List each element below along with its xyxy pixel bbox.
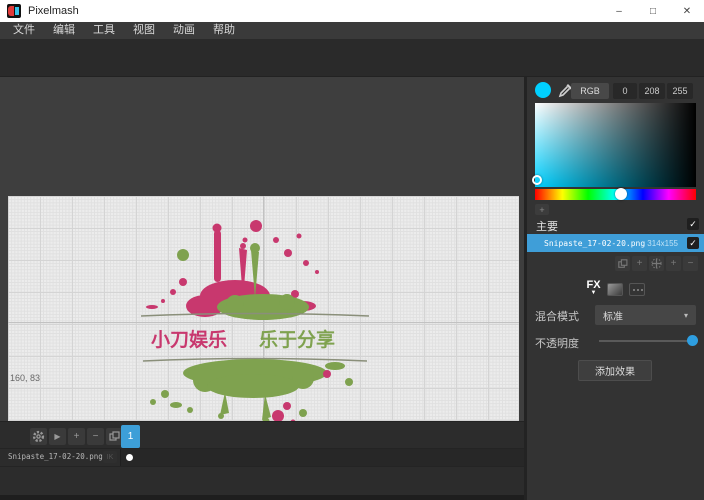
menu-item-file[interactable]: 文件 bbox=[4, 22, 44, 39]
timeline-settings-button[interactable] bbox=[30, 428, 47, 445]
opacity-label: 不透明度 bbox=[535, 335, 579, 351]
workspace: 小刀娱乐 乐于分享 bbox=[0, 77, 524, 421]
keyframe-dot[interactable] bbox=[126, 454, 133, 461]
add-group-button[interactable]: + bbox=[632, 256, 647, 271]
gradient-tab[interactable] bbox=[607, 283, 623, 296]
play-button[interactable]: ▶ bbox=[49, 428, 66, 445]
add-effect-button[interactable]: 添加效果 bbox=[578, 360, 652, 381]
timeline-panel: ▶ + − 1 Snipaste_17-02-20.png IK bbox=[0, 421, 524, 500]
right-panel: RGB 0 208 255 + 主要 ✓ Snipaste_17-02-20.p… bbox=[527, 77, 704, 500]
green-value-field[interactable]: 208 bbox=[639, 83, 665, 99]
layer-row-selected[interactable]: Snipaste_17-02-20.png 314x155 ✓ bbox=[527, 234, 704, 252]
ik-button[interactable]: IK bbox=[103, 451, 117, 463]
duplicate-icon bbox=[618, 259, 628, 269]
duplicate-layer-button[interactable] bbox=[615, 256, 630, 271]
blend-mode-value: 标准 bbox=[603, 308, 623, 323]
timeline-track[interactable] bbox=[120, 449, 524, 466]
add-frame-button[interactable]: + bbox=[68, 428, 85, 445]
cursor-coordinates: 160, 83 bbox=[10, 373, 40, 383]
menu-item-edit[interactable]: 编辑 bbox=[44, 22, 84, 39]
remove-frame-button[interactable]: − bbox=[87, 428, 104, 445]
timeline-bottom-strip bbox=[0, 495, 524, 500]
layer-row-main[interactable]: 主要 ✓ bbox=[527, 215, 704, 233]
hue-slider[interactable] bbox=[535, 189, 696, 200]
add-layer-button[interactable]: + bbox=[666, 256, 681, 271]
maximize-button[interactable]: □ bbox=[636, 0, 670, 22]
pixel-canvas[interactable]: 小刀娱乐 乐于分享 bbox=[8, 196, 519, 448]
titlebar: Pixelmash – □ ✕ bbox=[0, 0, 704, 22]
hue-slider-handle[interactable] bbox=[615, 188, 627, 200]
app-logo-icon bbox=[7, 4, 21, 18]
add-swatch-button[interactable]: + bbox=[535, 204, 549, 215]
current-color-swatch[interactable] bbox=[535, 82, 551, 98]
blue-value-field[interactable]: 255 bbox=[667, 83, 693, 99]
blend-mode-row: 混合模式 标准 ▾ bbox=[527, 305, 704, 325]
gear-icon bbox=[32, 430, 45, 443]
art-text-pink: 小刀娱乐 bbox=[151, 328, 227, 351]
plus-icon: + bbox=[637, 258, 643, 269]
layer-size-badge: 314x155 bbox=[647, 239, 678, 248]
duplicate-icon bbox=[109, 431, 120, 442]
merge-icon bbox=[651, 258, 662, 269]
play-icon: ▶ bbox=[54, 432, 60, 441]
merge-down-button[interactable] bbox=[649, 256, 664, 271]
minimize-button[interactable]: – bbox=[602, 0, 636, 22]
layer-visibility-checkbox[interactable]: ✓ bbox=[687, 218, 699, 230]
timeline-separator-2 bbox=[0, 466, 524, 467]
menu-item-animation[interactable]: 动画 bbox=[164, 22, 204, 39]
art-text-green: 乐于分享 bbox=[259, 328, 335, 351]
layer-name: Snipaste_17-02-20.png bbox=[544, 239, 645, 248]
window-title: Pixelmash bbox=[28, 5, 79, 17]
close-button[interactable]: ✕ bbox=[670, 0, 704, 22]
pattern-tab[interactable] bbox=[629, 283, 645, 296]
blend-mode-label: 混合模式 bbox=[535, 308, 579, 324]
chevron-down-icon: ▾ bbox=[684, 311, 688, 320]
plus-icon: + bbox=[74, 431, 80, 442]
menu-item-tools[interactable]: 工具 bbox=[84, 22, 124, 39]
main-toolbar: 314 155 bbox=[0, 39, 704, 77]
minus-icon: − bbox=[688, 258, 694, 269]
sv-picker-handle[interactable] bbox=[532, 175, 542, 185]
plus-icon: + bbox=[671, 258, 677, 269]
opacity-slider[interactable] bbox=[599, 340, 690, 342]
opacity-slider-handle[interactable] bbox=[687, 335, 698, 346]
fx-tab[interactable]: FX ▼ bbox=[586, 281, 600, 297]
minus-icon: − bbox=[93, 431, 99, 442]
layer-properties-tabs: FX ▼ bbox=[527, 281, 704, 297]
delete-layer-button[interactable]: − bbox=[683, 256, 698, 271]
layer-name: 主要 bbox=[536, 218, 558, 234]
menu-item-help[interactable]: 帮助 bbox=[204, 22, 244, 39]
splat-artwork: 小刀娱乐 乐于分享 bbox=[135, 210, 375, 430]
red-value-field[interactable]: 0 bbox=[613, 83, 637, 99]
saturation-value-picker[interactable] bbox=[535, 103, 696, 187]
timeline-layer-row[interactable]: Snipaste_17-02-20.png IK bbox=[0, 449, 524, 466]
layer-visibility-checkbox[interactable]: ✓ bbox=[687, 237, 699, 249]
timeline-layer-name: Snipaste_17-02-20.png bbox=[8, 452, 103, 461]
color-mode-dropdown[interactable]: RGB bbox=[571, 83, 609, 99]
pixelmash-window: Pixelmash – □ ✕ 文件 编辑 工具 视图 动画 帮助 bbox=[0, 0, 704, 500]
menu-item-view[interactable]: 视图 bbox=[124, 22, 164, 39]
opacity-row: 不透明度 bbox=[527, 332, 704, 350]
frame-tab-1[interactable]: 1 bbox=[121, 425, 140, 448]
blend-mode-dropdown[interactable]: 标准 ▾ bbox=[595, 305, 696, 325]
menubar: 文件 编辑 工具 视图 动画 帮助 bbox=[0, 22, 704, 39]
